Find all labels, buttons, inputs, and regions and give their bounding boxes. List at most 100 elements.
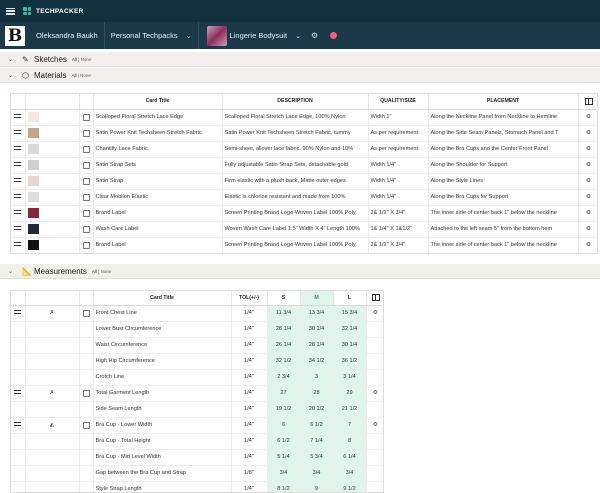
size-m-cell[interactable]: 30 1/4: [300, 321, 334, 338]
tolerance-cell[interactable]: 1/4": [231, 337, 268, 354]
chevron-down-icon[interactable]: ⌄: [8, 56, 22, 63]
material-desc-cell[interactable]: Screen Printing Brand Logo Woven Label 1…: [222, 205, 369, 222]
drag-handle-cell[interactable]: [11, 237, 26, 253]
material-qty-cell[interactable]: 2& 1/2" X 3/4": [368, 205, 429, 222]
select-none-link[interactable]: None: [81, 57, 92, 62]
drag-handle-icon[interactable]: [14, 210, 22, 214]
size-l-cell[interactable]: 32 1/4: [333, 321, 367, 338]
settings-gear-icon[interactable]: ⚙: [586, 242, 591, 248]
row-checkbox[interactable]: [82, 241, 90, 249]
row-checkbox-cell[interactable]: [79, 157, 94, 174]
size-m-cell[interactable]: 20 1/2: [300, 401, 334, 418]
row-checkbox[interactable]: [82, 421, 90, 429]
tolerance-cell[interactable]: 1/4": [231, 384, 268, 402]
size-l-cell[interactable]: 29: [333, 384, 367, 402]
size-l-cell[interactable]: 9 1/2: [333, 481, 367, 492]
column-header-tolerance[interactable]: TOL(+/-): [231, 291, 268, 306]
row-checkbox-cell[interactable]: [79, 141, 94, 158]
settings-gear-icon[interactable]: ⚙: [373, 390, 378, 396]
measurement-title-cell[interactable]: Side Seam Length: [93, 401, 232, 418]
table-row[interactable]: Bra Cup - Mid Level Width 1/4" 5 1/4 5 3/4 6…: [11, 449, 383, 466]
tolerance-cell[interactable]: 1/4": [231, 401, 268, 418]
column-header-card-title[interactable]: Card Title: [93, 94, 223, 110]
size-s-cell[interactable]: 6: [267, 416, 301, 434]
select-all-link[interactable]: All: [71, 73, 76, 78]
material-desc-cell[interactable]: Elastic is chlorine resistant and made f…: [222, 189, 369, 206]
drag-handle-cell[interactable]: [11, 416, 26, 434]
size-m-cell[interactable]: 28 1/4: [300, 337, 334, 354]
drag-handle-cell[interactable]: [11, 173, 26, 190]
section-materials[interactable]: ⌄ ⬡ Materials All | None: [0, 68, 600, 83]
settings-gear-icon[interactable]: ⚙: [586, 114, 591, 120]
size-s-cell[interactable]: 11 3/4: [267, 304, 301, 322]
drag-handle-icon[interactable]: [14, 114, 22, 118]
section-sketches[interactable]: ⌄ ✎ Sketches All | None: [0, 52, 600, 67]
row-settings-cell[interactable]: ⚙: [578, 189, 597, 206]
size-s-cell[interactable]: 19 1/2: [267, 401, 301, 418]
columns-icon[interactable]: [584, 97, 593, 105]
row-checkbox[interactable]: [82, 161, 90, 169]
size-l-cell[interactable]: 3 1/4: [333, 369, 367, 386]
material-place-cell[interactable]: Along the Neckline Panel from Neckline t…: [428, 109, 579, 126]
material-place-cell[interactable]: Along the Bra Cups and the Center Front …: [428, 141, 579, 158]
tolerance-cell[interactable]: 1/4": [231, 369, 268, 386]
select-all-none[interactable]: All | None: [92, 269, 111, 274]
table-row[interactable]: ◭ Bra Cup - Lower Width 1/4" 6 6 1/2 7 ⚙: [11, 416, 383, 434]
material-title-cell[interactable]: Satin Power Knit Techsheen Stretch Fabri…: [93, 125, 223, 142]
chevron-down-icon[interactable]: ⌄: [8, 72, 22, 79]
row-checkbox-cell[interactable]: [79, 221, 94, 238]
settings-gear-icon[interactable]: ⚙: [373, 310, 378, 316]
size-s-cell[interactable]: 26 1/4: [267, 337, 301, 354]
settings-gear-icon[interactable]: ⚙: [586, 162, 591, 168]
column-header-description[interactable]: DESCRIPTION: [222, 94, 369, 110]
size-m-cell[interactable]: 13 3/4: [300, 304, 334, 322]
table-row[interactable]: Clear Mobilon Elastic Elastic is chlorine…: [11, 189, 597, 206]
settings-gear-icon[interactable]: ⚙: [586, 194, 591, 200]
material-place-cell[interactable]: Along the Style Lines: [428, 173, 579, 190]
measurement-title-cell[interactable]: Lower Bust Circumference: [93, 321, 232, 338]
table-row[interactable]: Waist Circumference 1/4" 26 1/4 28 1/4 30 1/…: [11, 337, 383, 354]
row-checkbox[interactable]: [82, 145, 90, 153]
select-all-none[interactable]: All | None: [71, 73, 90, 78]
size-m-cell[interactable]: 34 1/2: [300, 353, 334, 370]
drag-handle-icon[interactable]: [14, 226, 22, 230]
measurement-title-cell[interactable]: Gap between the Bra Cup and Strap: [93, 465, 232, 482]
material-desc-cell[interactable]: Woven Wash Care Label 1.5" Width X 4" Le…: [222, 221, 369, 238]
folder-selector[interactable]: Personal Techpacks ⌄: [105, 22, 199, 49]
drag-handle-icon[interactable]: [14, 146, 22, 150]
size-s-cell[interactable]: 8 1/2: [267, 481, 301, 492]
drag-handle-cell[interactable]: [11, 109, 26, 126]
drag-handle-icon[interactable]: [14, 130, 22, 134]
measurement-title-cell[interactable]: Crotch Line: [93, 369, 232, 386]
columns-icon[interactable]: [371, 294, 380, 302]
size-s-cell[interactable]: 6 1/2: [267, 433, 301, 450]
table-row[interactable]: Brand Label Screen Printing Brand Logo Wo…: [11, 205, 597, 222]
row-settings-cell[interactable]: ⚙: [366, 384, 383, 402]
size-s-cell[interactable]: 27: [267, 384, 301, 402]
material-place-cell[interactable]: Attached to the left seam 5" from the bo…: [428, 221, 579, 238]
table-row[interactable]: Bra Cup - Total Height 1/4" 6 1/2 7 1/4 8: [11, 433, 383, 450]
row-settings-cell[interactable]: ⚙: [578, 109, 597, 126]
measurement-title-cell[interactable]: Bra Cup - Lower Width: [93, 416, 232, 434]
drag-handle-cell[interactable]: [11, 125, 26, 142]
column-header-placement[interactable]: PLACEMENT: [428, 94, 579, 110]
user-name[interactable]: Oleksandra Baukh: [30, 22, 105, 49]
row-settings-cell[interactable]: ⚙: [578, 125, 597, 142]
material-place-cell[interactable]: Along the Side Seam Panels, Stomach Pane…: [428, 125, 579, 142]
drag-handle-icon[interactable]: [14, 390, 22, 394]
row-checkbox-cell[interactable]: [79, 205, 94, 222]
measurement-title-cell[interactable]: Waist Circumference: [93, 337, 232, 354]
measurement-title-cell[interactable]: Style Strap Length: [93, 481, 232, 492]
column-header-size-l[interactable]: L: [333, 291, 367, 306]
material-title-cell[interactable]: Chantilly Lace Fabric.: [93, 141, 223, 158]
row-checkbox-cell[interactable]: [79, 237, 94, 253]
tolerance-cell[interactable]: 1/4": [231, 481, 268, 492]
table-row[interactable]: Satin Strap Firm elastic with a plush bac…: [11, 173, 597, 190]
tolerance-cell[interactable]: 1/4": [231, 321, 268, 338]
material-title-cell[interactable]: Satin Strap Sets: [93, 157, 223, 174]
size-l-cell[interactable]: 36 1/2: [333, 353, 367, 370]
size-l-cell[interactable]: 3/4: [333, 465, 367, 482]
row-checkbox[interactable]: [82, 177, 90, 185]
measurement-title-cell[interactable]: High Hip Circumference: [93, 353, 232, 370]
tolerance-cell[interactable]: 1/4": [231, 433, 268, 450]
